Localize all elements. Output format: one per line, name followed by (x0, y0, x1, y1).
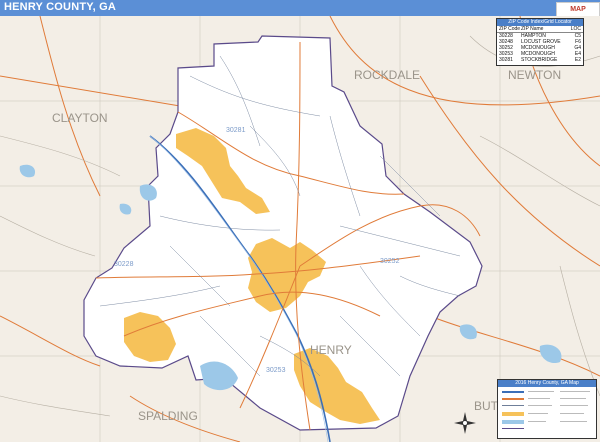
publisher-logo: MAP (556, 2, 600, 17)
zip-locator-table: ZIP Code Index/Grid Locator ZIP Code ZIP… (496, 18, 584, 66)
legend-text-line (560, 391, 590, 392)
zip-locator-heading: ZIP Code Index/Grid Locator (497, 19, 583, 26)
legend-text-line (528, 421, 546, 422)
table-row: 30281 STOCKBRIDGE E2 (497, 57, 583, 63)
zip-locator-columns: ZIP Code ZIP Name LOC (497, 26, 583, 33)
legend-urban-swatch (502, 412, 524, 416)
legend-text-line (528, 413, 548, 414)
column-zip-code: ZIP Code (499, 26, 521, 32)
label-rockdale: ROCKDALE (354, 68, 420, 82)
legend-text-line (528, 405, 552, 406)
map-legend: 2016 Henry County, GA Map (497, 379, 597, 439)
legend-water-swatch (502, 420, 524, 424)
legend-text-line (528, 398, 550, 399)
legend-boundary-swatch (502, 428, 524, 429)
legend-text-line (528, 391, 554, 392)
legend-text-line (560, 413, 584, 414)
title-bar: HENRY COUNTY, GA (0, 0, 600, 16)
zip-label-30281: 30281 (226, 127, 246, 134)
zip-label-30228: 30228 (114, 261, 134, 268)
label-spalding: SPALDING (138, 409, 198, 423)
legend-body (498, 387, 596, 438)
zip-label-30252: 30252 (380, 258, 400, 265)
legend-road-swatch (502, 405, 524, 406)
legend-text-line (560, 421, 587, 422)
zip-label-30253: 30253 (266, 367, 286, 374)
label-henry: HENRY (310, 343, 352, 357)
label-newton: NEWTON (508, 68, 561, 82)
column-zip-name: ZIP Name (521, 26, 544, 32)
legend-text-line (560, 405, 588, 406)
column-loc: LOC (570, 26, 581, 32)
zip-code: 30281 (499, 57, 513, 63)
legend-text-line (560, 398, 586, 399)
label-clayton: CLAYTON (52, 111, 108, 125)
map-title: HENRY COUNTY, GA (4, 1, 116, 13)
zip-name: STOCKBRIDGE (521, 57, 558, 63)
legend-interstate-swatch (502, 391, 524, 393)
map-page: HENRY COUNTY, GA MAP CLAYTON ROCKDALE NE… (0, 0, 600, 442)
compass-icon (454, 412, 476, 434)
legend-highway-swatch (502, 398, 524, 400)
legend-heading: 2016 Henry County, GA Map (498, 380, 596, 387)
zip-loc: E2 (574, 57, 581, 63)
